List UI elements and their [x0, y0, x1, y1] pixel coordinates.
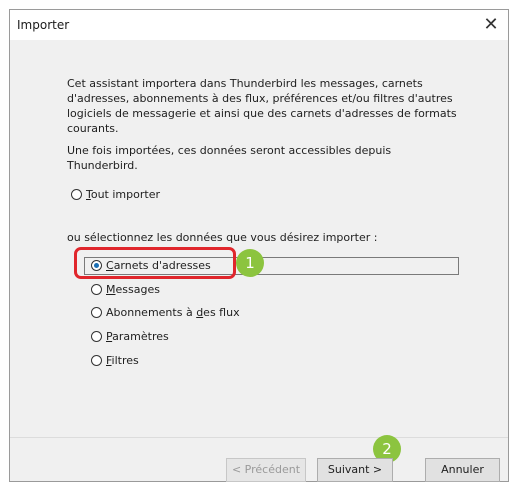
next-button[interactable]: Suivant > [317, 458, 393, 482]
import-all-label: Tout importer [86, 188, 160, 201]
messages-label: Messages [106, 283, 160, 296]
select-prompt: ou sélectionnez les données que vous dés… [67, 231, 378, 244]
highlight-box [74, 247, 236, 279]
window-title: Importer [17, 18, 70, 32]
intro-line-4: courants. [67, 122, 119, 135]
filters-label: Filtres [106, 354, 139, 367]
radio-import-all[interactable]: Tout importer [71, 188, 160, 201]
wizard-body: Cet assistant importera dans Thunderbird… [10, 40, 508, 482]
radio-button-icon[interactable] [91, 355, 102, 366]
radio-messages[interactable]: Messages [91, 283, 160, 296]
radio-settings[interactable]: Paramètres [91, 330, 169, 343]
title-bar: Importer ✕ [10, 10, 508, 40]
radio-feed-subscriptions[interactable]: Abonnements à des flux [91, 306, 240, 319]
radio-filters[interactable]: Filtres [91, 354, 139, 367]
previous-button[interactable]: < Précédent [226, 458, 306, 482]
feed-subscriptions-label: Abonnements à des flux [106, 306, 240, 319]
intro-line-3: logiciels de messagerie et ainsi que des… [67, 107, 457, 120]
radio-button-icon[interactable] [71, 189, 82, 200]
radio-button-icon[interactable] [91, 331, 102, 342]
import-wizard-window: Importer ✕ Cet assistant importera dans … [9, 9, 509, 482]
radio-button-icon[interactable] [91, 307, 102, 318]
intro-line-2: d'adresses, abonnements à des flux, préf… [67, 92, 453, 105]
radio-button-icon[interactable] [91, 284, 102, 295]
footer-divider [10, 437, 508, 438]
step-badge-1: 1 [236, 249, 264, 277]
settings-label: Paramètres [106, 330, 169, 343]
cancel-button[interactable]: Annuler [425, 458, 500, 482]
close-icon[interactable]: ✕ [480, 14, 502, 36]
intro-line-5: Une fois importées, ces données seront a… [67, 144, 392, 172]
intro-line-1: Cet assistant importera dans Thunderbird… [67, 77, 423, 90]
